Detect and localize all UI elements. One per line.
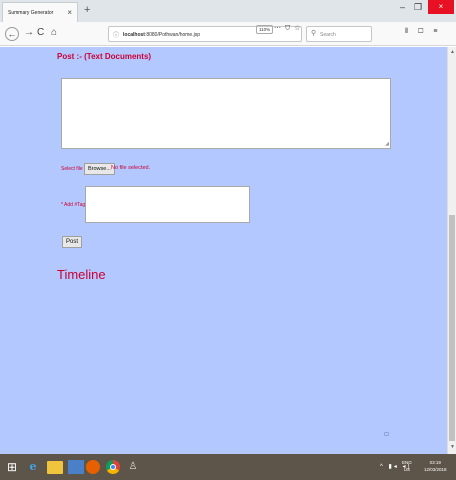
timeline-heading: Timeline <box>57 267 106 282</box>
back-button[interactable]: ← <box>5 27 19 41</box>
search-bar[interactable]: ⚲ Search <box>306 26 372 42</box>
url-text: localhost:8080/Pothwan/home.jsp <box>123 32 200 38</box>
small-outline-icon <box>384 432 389 436</box>
taskbar-app-icon[interactable] <box>68 460 84 474</box>
start-button-icon[interactable]: ⊞ <box>4 459 20 475</box>
forward-button[interactable]: → <box>24 27 34 39</box>
scrollbar-thumb[interactable] <box>449 215 455 441</box>
library-sidebar-menu-icons[interactable]: ⫴ ▢ ≡ <box>405 28 442 36</box>
scroll-down-icon[interactable]: ▼ <box>448 444 456 450</box>
add-tag-label: * Add #Tag : <box>61 202 88 208</box>
url-host: localhost <box>123 32 145 38</box>
chrome-center-dot <box>110 464 116 470</box>
firefox-icon[interactable] <box>86 460 100 474</box>
navigation-toolbar: ← → C ⌂ ⓘ localhost:8080/Pothwan/home.js… <box>0 22 456 46</box>
taskbar-misc-icon[interactable]: ♙ <box>125 459 141 475</box>
tag-input[interactable] <box>85 186 250 223</box>
clock-time: 03:19 <box>429 460 441 465</box>
windows-taskbar: ⊞ e ♙ ^ ▮◂ ◂) ENG US 03:19 12/03/2018 <box>0 454 456 480</box>
post-button[interactable]: Post <box>62 236 83 248</box>
minimize-button[interactable]: – <box>400 2 405 12</box>
post-text-area[interactable]: ◢ <box>61 78 391 149</box>
language-indicator[interactable]: ENG US <box>402 459 412 473</box>
clock-date: 12/03/2018 <box>424 467 447 472</box>
browser-tab[interactable]: Summary Generator × <box>2 2 78 22</box>
internet-explorer-icon[interactable]: e <box>25 459 41 475</box>
home-button[interactable]: ⌂ <box>51 27 57 39</box>
clock[interactable]: 03:19 12/03/2018 <box>424 459 447 473</box>
chrome-icon[interactable] <box>106 460 120 474</box>
search-icon: ⚲ <box>311 30 317 37</box>
maximize-button[interactable]: ❐ <box>414 2 422 13</box>
tab-title: Summary Generator <box>8 10 54 16</box>
scroll-up-icon[interactable]: ▲ <box>448 49 456 55</box>
select-file-label: Select file : <box>61 166 86 172</box>
post-heading: Post :- (Text Documents) <box>57 52 152 61</box>
tab-close-icon[interactable]: × <box>67 8 72 17</box>
reload-button[interactable]: C <box>37 27 44 39</box>
close-window-button[interactable]: × <box>428 0 454 14</box>
page-actions-icons[interactable]: ⋯ ⛉ ☆ <box>274 24 301 33</box>
region-code: US <box>403 467 411 472</box>
file-explorer-icon[interactable] <box>47 461 63 474</box>
resize-grip-icon[interactable]: ◢ <box>385 142 389 147</box>
vertical-scrollbar[interactable]: ▲ ▼ <box>447 47 456 454</box>
page-content: Post :- (Text Documents) ◢ Select file :… <box>0 47 447 454</box>
site-info-icon[interactable]: ⓘ <box>113 30 119 39</box>
browser-titlebar: Summary Generator × + – ❐ × <box>0 0 456 22</box>
search-placeholder: Search <box>320 32 336 38</box>
zoom-level-button[interactable]: 110% <box>256 25 274 34</box>
no-file-selected-text: No file selected. <box>111 165 151 171</box>
language-code: ENG <box>402 460 412 465</box>
url-path: :8080/Pothwan/home.jsp <box>144 32 200 38</box>
new-tab-button[interactable]: + <box>84 4 90 16</box>
